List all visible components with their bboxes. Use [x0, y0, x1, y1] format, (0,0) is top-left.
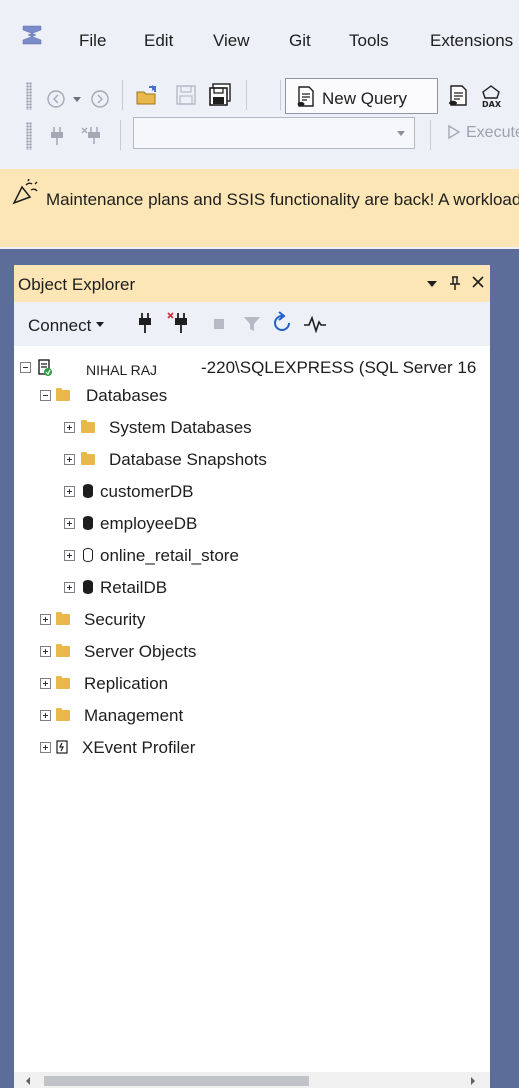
tree-node-label: customerDB	[100, 482, 194, 501]
expand-icon[interactable]	[64, 486, 75, 497]
scroll-left-icon[interactable]	[24, 1076, 32, 1086]
dropdown-arrow-icon[interactable]	[72, 96, 82, 104]
database-icon	[83, 516, 93, 530]
folder-icon	[56, 708, 70, 721]
execute-button[interactable]: Execute	[448, 124, 519, 142]
tree-node-label: Management	[84, 706, 184, 725]
toolbar-separator	[120, 120, 121, 150]
tree-node-label: online_retail_store	[100, 546, 239, 565]
expand-icon[interactable]	[64, 550, 75, 561]
xevent-icon	[56, 740, 68, 754]
navigate-back-icon[interactable]	[46, 89, 66, 109]
expand-icon[interactable]	[64, 582, 75, 593]
connect-dropdown[interactable]: Connect	[28, 316, 105, 336]
pin-icon[interactable]	[448, 275, 462, 291]
horizontal-scrollbar[interactable]	[14, 1072, 490, 1088]
expand-icon[interactable]	[64, 454, 75, 465]
toolbar-separator	[280, 80, 281, 110]
execute-label: Execute	[466, 124, 519, 141]
activity-monitor-icon[interactable]	[303, 315, 327, 333]
tree-node-label: System Databases	[109, 418, 252, 437]
object-explorer-title: Object Explorer	[18, 275, 136, 294]
folder-icon	[81, 452, 95, 465]
dax-query-icon[interactable]: DAX	[479, 84, 503, 108]
menu-file[interactable]: File	[79, 31, 106, 51]
available-databases-combo[interactable]	[133, 117, 415, 149]
folder-icon	[56, 644, 70, 657]
connect-label: Connect	[28, 316, 92, 335]
svg-text:DAX: DAX	[482, 100, 502, 108]
tree-node-label: Replication	[84, 674, 169, 693]
scrollbar-thumb[interactable]	[44, 1076, 309, 1086]
collapse-icon[interactable]	[40, 390, 51, 401]
tree-node-label: RetailDB	[100, 578, 168, 597]
stop-icon[interactable]	[213, 318, 225, 330]
tree-node-label: Server Objects	[84, 642, 197, 661]
expand-icon[interactable]	[64, 518, 75, 529]
database-icon	[83, 580, 93, 594]
new-query-file-icon[interactable]	[447, 84, 469, 108]
toolbar-grip[interactable]	[26, 122, 32, 150]
redaction-overlay: NIHAL RAJ	[64, 356, 190, 385]
folder-icon	[56, 388, 70, 401]
window-position-dropdown-icon[interactable]	[426, 280, 438, 288]
banner-message: Maintenance plans and SSIS functionality…	[46, 190, 519, 209]
expand-icon[interactable]	[64, 422, 75, 433]
menu-tools[interactable]: Tools	[349, 31, 389, 51]
chevron-down-icon	[397, 131, 405, 136]
folder-icon	[81, 420, 95, 433]
scroll-right-icon[interactable]	[469, 1076, 477, 1086]
tree-node-label: Database Snapshots	[109, 450, 267, 469]
execute-play-icon	[448, 124, 461, 140]
filter-icon[interactable]	[243, 315, 261, 333]
change-connection-icon[interactable]	[80, 125, 102, 145]
expand-icon[interactable]	[40, 742, 51, 753]
object-explorer-title-bar: Object Explorer	[14, 265, 490, 302]
collapse-icon[interactable]	[20, 362, 31, 373]
connect-plug-icon[interactable]	[48, 126, 66, 146]
close-icon[interactable]	[471, 275, 485, 289]
new-query-label: New Query	[322, 89, 408, 108]
refresh-icon[interactable]	[270, 311, 294, 335]
menu-edit[interactable]: Edit	[144, 31, 173, 51]
disconnect-icon[interactable]	[167, 311, 191, 335]
expand-icon[interactable]	[40, 678, 51, 689]
new-query-button[interactable]: New Query	[285, 78, 438, 114]
expand-icon[interactable]	[40, 710, 51, 721]
menu-view[interactable]: View	[213, 31, 250, 51]
new-query-icon	[297, 86, 314, 107]
tree-node-label: Databases	[86, 386, 168, 405]
expand-icon[interactable]	[40, 646, 51, 657]
database-icon	[83, 548, 93, 562]
menu-git[interactable]: Git	[289, 31, 311, 51]
chevron-down-icon	[96, 322, 105, 327]
server-label: -220\SQLEXPRESS (SQL Server 16	[201, 358, 477, 377]
folder-icon	[56, 676, 70, 689]
tree-node-label: Security	[84, 610, 146, 629]
tree-node-label: XEvent Profiler	[82, 738, 196, 757]
toolbar-separator	[246, 80, 247, 110]
save-icon[interactable]	[175, 84, 197, 106]
tree-node-label: employeeDB	[100, 514, 198, 533]
save-all-icon[interactable]	[208, 83, 232, 107]
menu-extensions[interactable]: Extensions	[430, 31, 513, 51]
toolbar-separator	[430, 120, 431, 150]
server-connected-icon	[38, 359, 52, 376]
toolbar-grip[interactable]	[26, 82, 32, 110]
open-file-icon[interactable]	[135, 84, 159, 108]
database-icon	[83, 484, 93, 498]
navigate-forward-icon[interactable]	[90, 89, 110, 109]
overlay-label: NIHAL RAJ	[86, 362, 158, 378]
folder-icon	[56, 612, 70, 625]
toolbar-separator	[122, 80, 123, 110]
ssms-logo-icon	[22, 25, 42, 45]
connect-plug-icon[interactable]	[137, 312, 153, 334]
party-popper-icon	[12, 179, 38, 205]
menu-bar: File Edit View Git Tools Extensions	[0, 0, 519, 82]
expand-icon[interactable]	[40, 614, 51, 625]
object-explorer-toolbar: Connect	[14, 302, 490, 346]
